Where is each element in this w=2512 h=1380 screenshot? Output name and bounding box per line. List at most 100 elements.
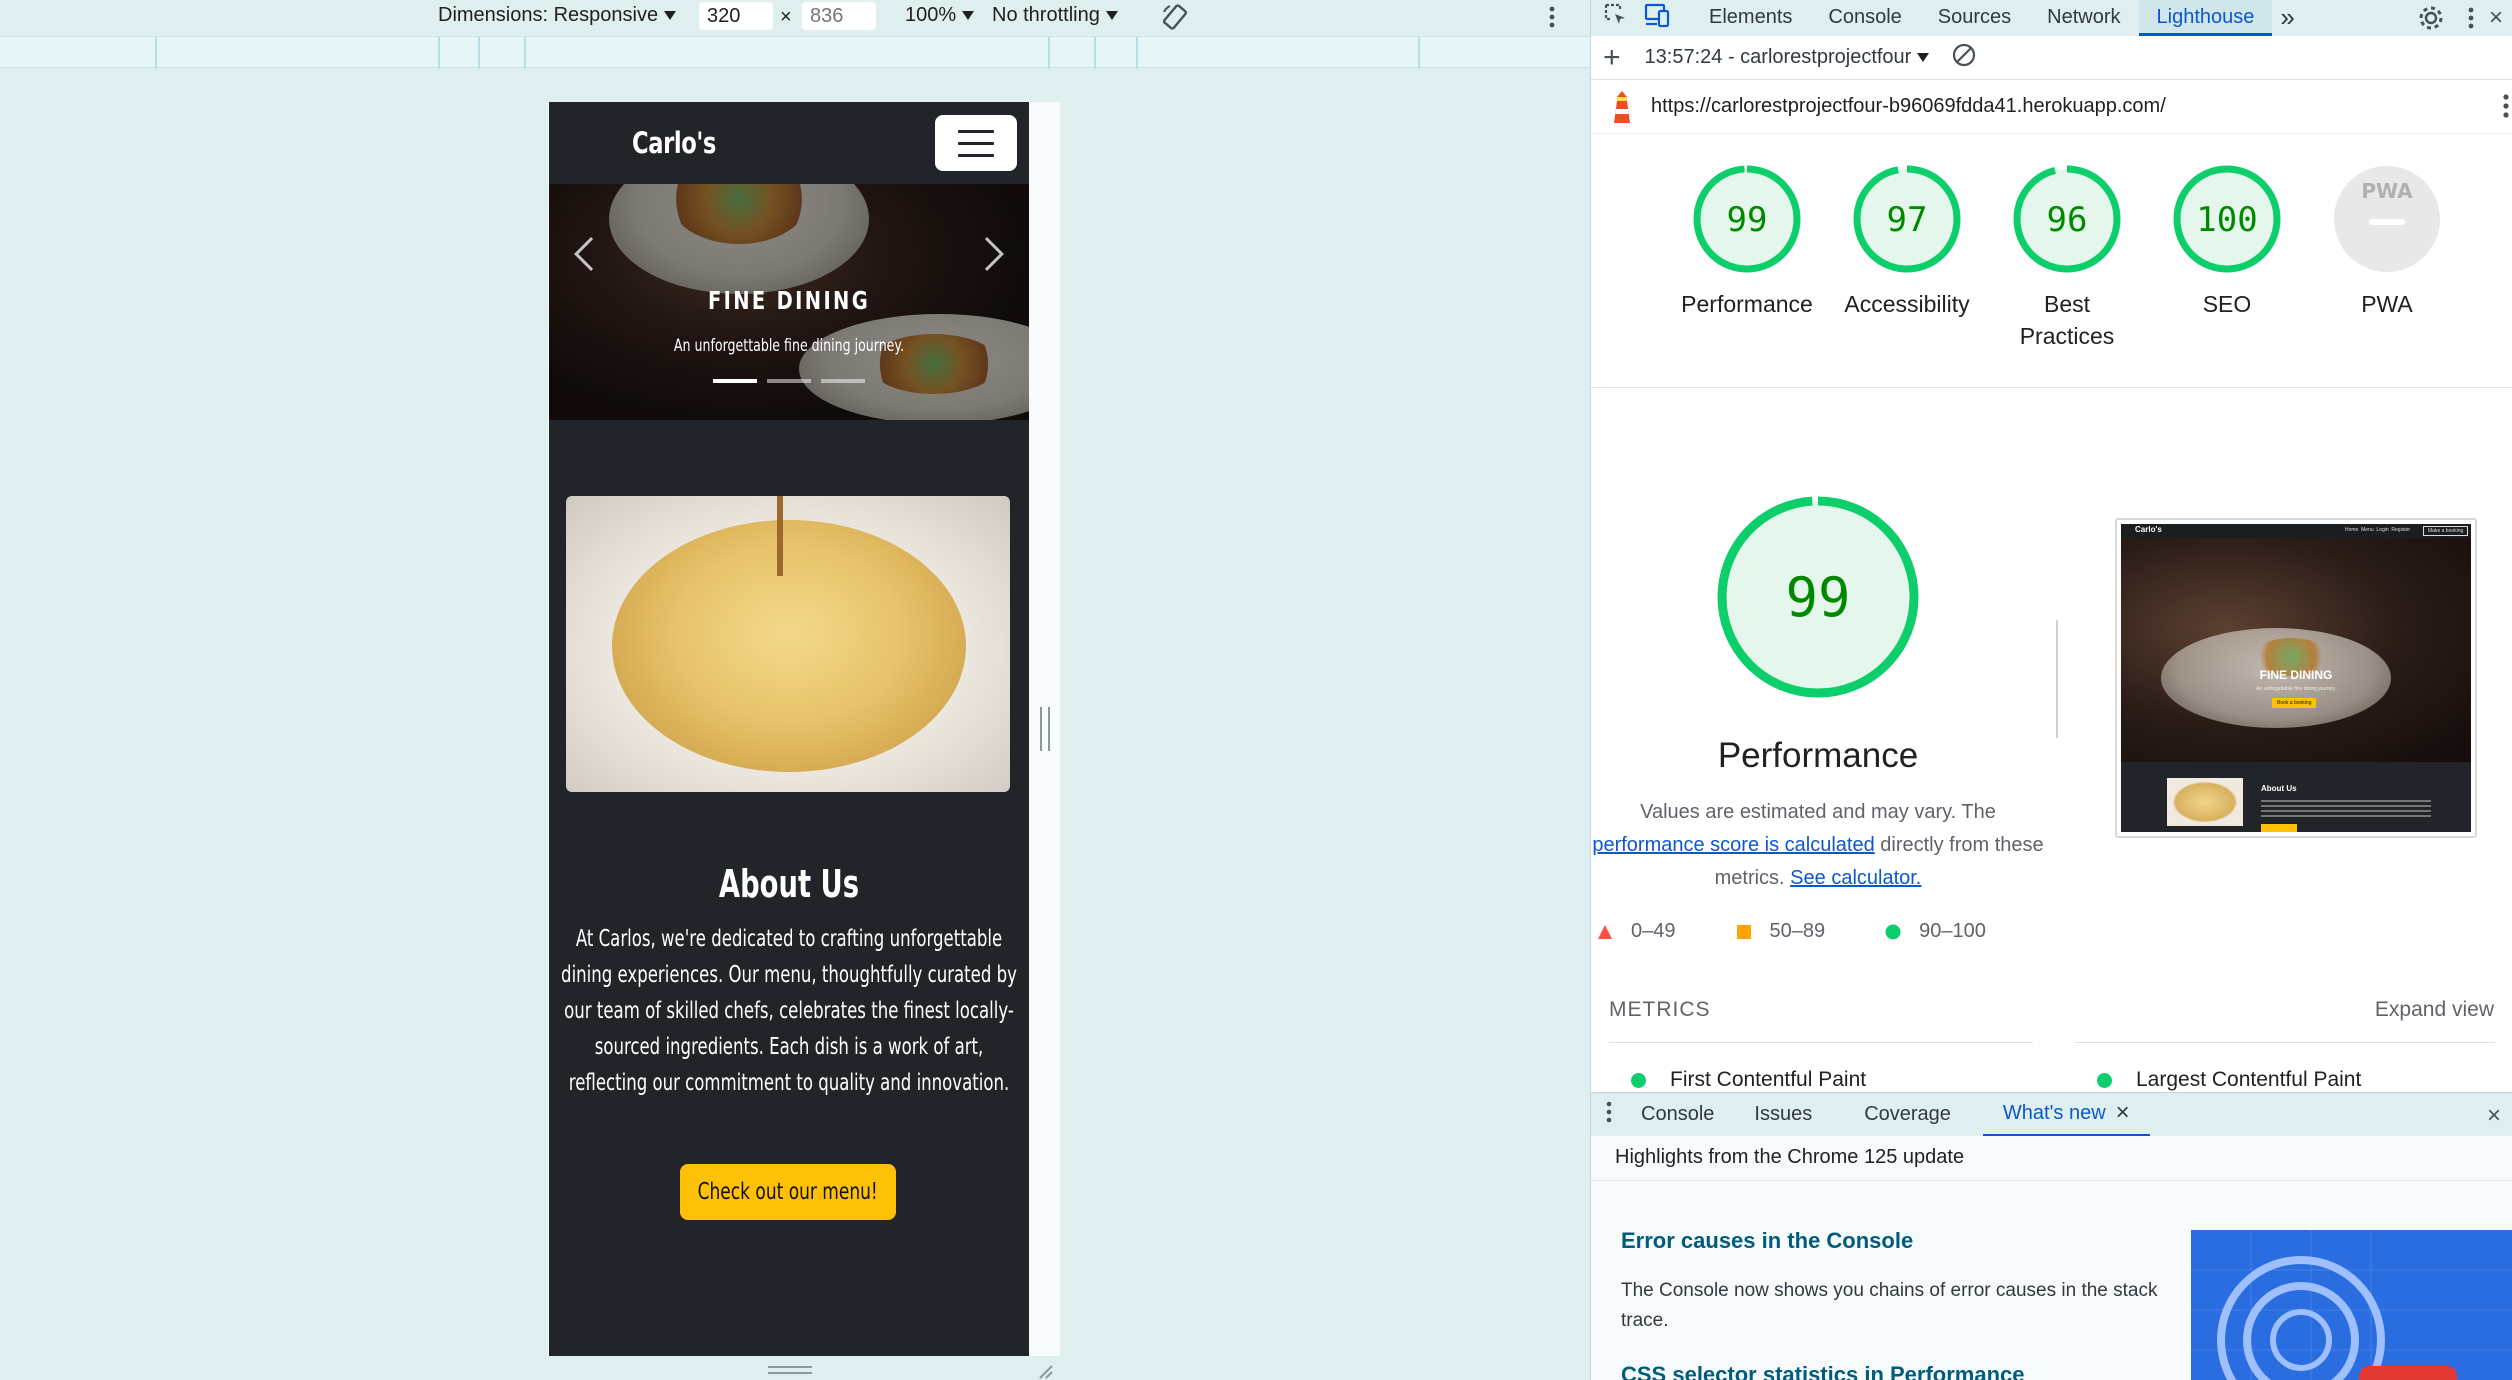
accessibility-gauge-icon: 97 <box>1853 165 1961 273</box>
hamburger-menu-button[interactable] <box>935 115 1017 171</box>
carousel-indicator[interactable] <box>713 379 757 383</box>
legend-range: 0–49 <box>1631 920 1676 942</box>
whats-new-item-title[interactable]: CSS selector statistics in Performance <box>1621 1362 2025 1380</box>
dimensions-dropdown[interactable]: Dimensions: Responsive <box>438 4 677 27</box>
performance-gauge-icon: 99 <box>1693 165 1801 273</box>
clear-reports-icon[interactable] <box>1951 42 1977 74</box>
gauge-label: PWA <box>2361 291 2413 317</box>
drawer-tab-label: What's new <box>2002 1102 2106 1124</box>
height-input[interactable] <box>802 2 876 30</box>
corner-resize-handle[interactable] <box>1036 1362 1054 1380</box>
legend-range: 90–100 <box>1919 920 1986 942</box>
see-calculator-link[interactable]: See calculator. <box>1790 867 1921 889</box>
throttling-dropdown[interactable]: No throttling <box>992 4 1118 27</box>
gauge-pwa[interactable]: PWA PWA <box>2307 164 2467 320</box>
customize-menu-icon[interactable] <box>2465 5 2477 37</box>
gauge-best-practices[interactable]: 96 Best Practices <box>1987 164 2147 352</box>
drawer-menu-icon[interactable] <box>1605 1100 1613 1130</box>
ruler-tick <box>478 37 480 69</box>
carousel-indicator[interactable] <box>821 379 865 383</box>
section-divider <box>2056 620 2058 738</box>
thumbnail-page: Carlo's Home Menu Login Register Make a … <box>2121 524 2471 832</box>
ruler-tick <box>155 37 157 69</box>
tab-lighthouse[interactable]: Lighthouse <box>2138 0 2273 36</box>
zoom-dropdown[interactable]: 100% <box>905 4 975 27</box>
width-resize-handle[interactable] <box>1040 707 1050 751</box>
divider <box>1609 1042 2033 1043</box>
thumbnail-cta: Book a booking <box>2272 698 2317 708</box>
close-tab-icon[interactable]: × <box>2116 1092 2130 1134</box>
report-selector-label: 13:57:24 - carlorestprojectfour <box>1644 46 1912 68</box>
drawer-tab-whats-new[interactable]: What's new × <box>1982 1092 2150 1137</box>
performance-big-gauge: 99 <box>1717 496 1919 698</box>
metric-fcp: First Contentful Paint <box>1631 1068 1866 1092</box>
ruler-tick <box>1094 37 1096 69</box>
thumbnail-navbar <box>2121 524 2471 538</box>
metrics-header: METRICS Expand view <box>1609 998 2494 1022</box>
thumbnail-menu-button <box>2261 824 2297 832</box>
gauge-performance[interactable]: 99 Performance <box>1667 164 1827 320</box>
chevron-down-icon <box>1917 53 1930 62</box>
whats-new-item-title[interactable]: Error causes in the Console <box>1621 1228 1913 1254</box>
final-screenshot-thumbnail[interactable]: Carlo's Home Menu Login Register Make a … <box>2115 518 2477 838</box>
about-title: About Us <box>718 862 860 906</box>
pass-circle-icon <box>1885 924 1901 939</box>
times-symbol: × <box>780 6 792 28</box>
rotate-icon[interactable] <box>1160 2 1190 38</box>
gauge-seo[interactable]: 100 SEO <box>2147 164 2307 320</box>
report-url-row: https://carlorestprojectfour-b96069fdda4… <box>1591 80 2512 134</box>
tab-console[interactable]: Console <box>1810 0 1919 36</box>
drawer-tab-issues[interactable]: Issues <box>1734 1093 1832 1137</box>
drawer-tabbar: Console Issues Coverage What's new × × <box>1591 1092 2512 1137</box>
average-square-icon <box>1736 924 1751 939</box>
score-gauges-row: 99 Performance 97 Accessibility 96 Best … <box>1591 134 2512 388</box>
chevron-down-icon <box>664 11 677 20</box>
gauge-label: SEO <box>2202 291 2252 317</box>
tab-elements[interactable]: Elements <box>1691 0 1810 36</box>
tab-network[interactable]: Network <box>2029 0 2138 36</box>
legend-average: 50–89 <box>1736 920 1825 943</box>
seo-gauge-icon: 100 <box>2173 165 2281 273</box>
new-report-icon[interactable]: + <box>1603 42 1621 73</box>
media-query-ruler <box>0 36 1590 69</box>
device-toggle-icon[interactable] <box>1643 2 1671 34</box>
close-devtools-icon[interactable]: × <box>2489 4 2503 32</box>
tab-sources[interactable]: Sources <box>1920 0 2029 36</box>
report-url[interactable]: https://carlorestprojectfour-b96069fdda4… <box>1651 95 2166 118</box>
ruler-tick <box>524 37 526 69</box>
pwa-badge-icon: PWA <box>2334 166 2440 272</box>
dimensions-label: Dimensions: Responsive <box>438 4 659 26</box>
divider <box>2075 1042 2495 1043</box>
settings-gear-icon[interactable] <box>2417 4 2445 38</box>
drawer-tab-console[interactable]: Console <box>1621 1093 1734 1137</box>
drawer-tab-coverage[interactable]: Coverage <box>1844 1093 1971 1137</box>
report-menu-icon[interactable] <box>2501 92 2511 126</box>
divider <box>1591 1180 2512 1181</box>
ruler-tick <box>1418 37 1420 69</box>
whats-new-promo-image[interactable] <box>2191 1230 2512 1380</box>
report-selector-dropdown[interactable]: 13:57:24 - carlorestprojectfour <box>1645 46 1930 69</box>
width-input[interactable] <box>699 2 773 30</box>
height-resize-handle[interactable] <box>768 1366 812 1374</box>
ruler-tick <box>438 37 440 69</box>
lighthouse-logo-icon <box>1609 89 1635 125</box>
pasta-dish-image <box>566 496 1010 792</box>
carousel-indicator[interactable] <box>767 379 811 383</box>
score-calculated-link[interactable]: performance score is calculated <box>1592 834 1874 856</box>
close-drawer-icon[interactable]: × <box>2487 1102 2501 1130</box>
hamburger-bar <box>958 141 994 145</box>
site-brand[interactable]: Carlo's <box>632 126 716 160</box>
menu-button[interactable]: Check out our menu! <box>680 1164 896 1220</box>
ruler-tick <box>1136 37 1138 69</box>
performance-section: 99 Performance Values are estimated and … <box>1591 388 2512 1092</box>
more-options-icon[interactable] <box>1546 4 1558 36</box>
expand-view-toggle[interactable]: Expand view <box>2375 998 2494 1022</box>
gauge-accessibility[interactable]: 97 Accessibility <box>1827 164 1987 320</box>
inspect-element-icon[interactable] <box>1603 2 1629 34</box>
more-tabs-icon[interactable]: » <box>2272 0 2302 36</box>
score-legend: 0–49 50–89 90–100 <box>1591 920 2045 943</box>
gauge-label: Performance <box>1681 291 1813 317</box>
highlights-heading: Highlights from the Chrome 125 update <box>1615 1146 1965 1168</box>
big-score-value: 99 <box>1785 566 1850 629</box>
metric-label: Largest Contentful Paint <box>2136 1068 2362 1091</box>
